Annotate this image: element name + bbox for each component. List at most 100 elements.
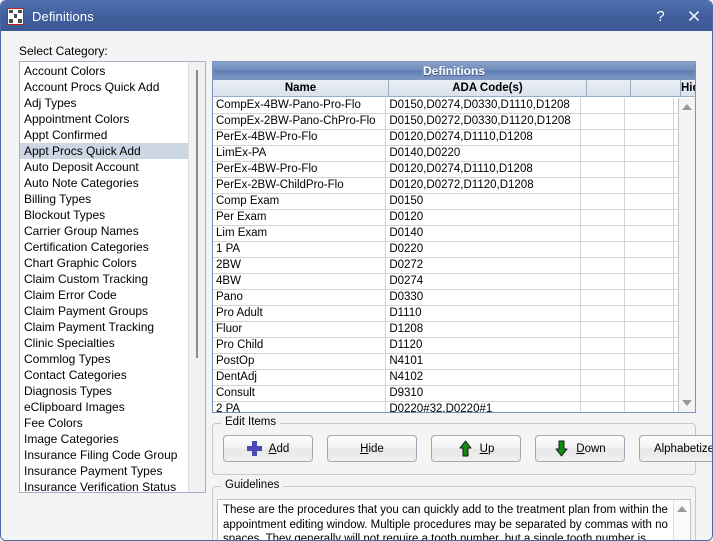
grid-cell-x1[interactable]	[581, 402, 625, 412]
grid-cell-x1[interactable]	[581, 258, 625, 273]
grid-cell-name[interactable]: Pro Adult	[213, 306, 387, 321]
grid-cell-ada[interactable]: D0120,D0272,D1120,D1208	[386, 178, 582, 193]
add-button[interactable]: Add	[223, 435, 313, 462]
grid-cell-x2[interactable]	[625, 226, 674, 241]
grid-cell-name[interactable]: Consult	[213, 386, 387, 401]
grid-cell-name[interactable]: Pano	[213, 290, 387, 305]
grid-cell-x1[interactable]	[581, 274, 625, 289]
category-list-item[interactable]: Commlog Types	[20, 351, 190, 367]
grid-cell-x1[interactable]	[581, 130, 625, 145]
table-row[interactable]: Comp Exam D0150	[213, 194, 679, 210]
category-list-item[interactable]: Clinic Specialties	[20, 335, 190, 351]
category-list-item[interactable]: Adj Types	[20, 95, 190, 111]
grid-cell-ada[interactable]: D0274	[386, 274, 582, 289]
category-listbox[interactable]: Account Colors Account Procs Quick Add Adj…	[19, 61, 206, 493]
grid-cell-ada[interactable]: N4101	[386, 354, 582, 369]
grid-cell-x2[interactable]	[625, 162, 674, 177]
grid-cell-name[interactable]: PostOp	[213, 354, 387, 369]
hide-button[interactable]: Hide	[327, 435, 417, 462]
category-list-item[interactable]: Insurance Payment Types	[20, 463, 190, 479]
category-list-item[interactable]: Fee Colors	[20, 415, 190, 431]
category-list-item[interactable]: Claim Payment Tracking	[20, 319, 190, 335]
table-row[interactable]: 1 PA D0220	[213, 242, 679, 258]
grid-cell-ada[interactable]: D0272	[386, 258, 582, 273]
grid-cell-x2[interactable]	[625, 274, 674, 289]
grid-cell-name[interactable]: Comp Exam	[213, 194, 387, 209]
grid-cell-x1[interactable]	[581, 290, 625, 305]
up-button[interactable]: Up	[431, 435, 521, 462]
grid-cell-x2[interactable]	[625, 338, 674, 353]
grid-cell-x2[interactable]	[625, 354, 674, 369]
grid-cell-ada[interactable]: D1208	[386, 322, 582, 337]
guidelines-scroll-down-arrow-icon[interactable]	[674, 536, 690, 540]
grid-cell-x1[interactable]	[581, 98, 625, 113]
category-list-item[interactable]: Carrier Group Names	[20, 223, 190, 239]
grid-cell-ada[interactable]: D0140,D0220	[386, 146, 582, 161]
table-row[interactable]: 4BW D0274	[213, 274, 679, 290]
grid-cell-x1[interactable]	[581, 370, 625, 385]
grid-column-header[interactable]: ADA Code(s)	[389, 80, 587, 96]
grid-cell-name[interactable]: 4BW	[213, 274, 387, 289]
category-list-item[interactable]: Billing Types	[20, 191, 190, 207]
grid-cell-x1[interactable]	[581, 178, 625, 193]
table-row[interactable]: Lim Exam D0140	[213, 226, 679, 242]
category-list-item[interactable]: Account Procs Quick Add	[20, 79, 190, 95]
category-list-item[interactable]: Auto Note Categories	[20, 175, 190, 191]
grid-column-header[interactable]: Hide	[681, 80, 695, 96]
grid-cell-ada[interactable]: D1110	[386, 306, 582, 321]
category-list-item[interactable]: Auto Deposit Account	[20, 159, 190, 175]
grid-cell-x2[interactable]	[625, 114, 674, 129]
grid-cell-name[interactable]: Pro Child	[213, 338, 387, 353]
grid-cell-x1[interactable]	[581, 386, 625, 401]
grid-cell-x2[interactable]	[625, 290, 674, 305]
table-row[interactable]: CompEx-4BW-Pano-Pro-Flo D0150,D0274,D0330…	[213, 98, 679, 114]
grid-cell-name[interactable]: PerEx-2BW-ChildPro-Flo	[213, 178, 387, 193]
grid-cell-x2[interactable]	[625, 194, 674, 209]
category-list-item[interactable]: Chart Graphic Colors	[20, 255, 190, 271]
category-list-item[interactable]: Diagnosis Types	[20, 383, 190, 399]
grid-cell-name[interactable]: CompEx-4BW-Pano-Pro-Flo	[213, 98, 387, 113]
category-list-item[interactable]: Claim Error Code	[20, 287, 190, 303]
grid-cell-ada[interactable]: D0220	[386, 242, 582, 257]
category-list-item[interactable]: Insurance Verification Status	[20, 479, 190, 492]
grid-cell-ada[interactable]: D0150,D0272,D0330,D1120,D1208	[386, 114, 582, 129]
grid-cell-ada[interactable]: D0330	[386, 290, 582, 305]
table-row[interactable]: PerEx-2BW-ChildPro-Flo D0120,D0272,D1120,…	[213, 178, 679, 194]
category-list-item[interactable]: Blockout Types	[20, 207, 190, 223]
table-row[interactable]: Pano D0330	[213, 290, 679, 306]
grid-cell-x2[interactable]	[625, 130, 674, 145]
table-row[interactable]: PerEx-4BW-Pro-Flo D0120,D0274,D1110,D1208	[213, 130, 679, 146]
table-row[interactable]: Fluor D1208	[213, 322, 679, 338]
table-row[interactable]: PostOp N4101	[213, 354, 679, 370]
scroll-down-arrow-icon[interactable]	[679, 396, 695, 410]
grid-cell-ada[interactable]: D0150,D0274,D0330,D1110,D1208	[386, 98, 582, 113]
category-list-item[interactable]: Appt Confirmed	[20, 127, 190, 143]
category-list-scrollbar-thumb[interactable]	[196, 70, 198, 358]
help-button[interactable]: ?	[644, 2, 677, 30]
grid-cell-x1[interactable]	[581, 114, 625, 129]
grid-cell-name[interactable]: PerEx-4BW-Pro-Flo	[213, 130, 387, 145]
grid-cell-name[interactable]: 1 PA	[213, 242, 387, 257]
grid-cell-ada[interactable]: D0120	[386, 210, 582, 225]
grid-cell-x1[interactable]	[581, 306, 625, 321]
grid-cell-ada[interactable]: D0150	[386, 194, 582, 209]
grid-cell-ada[interactable]: D0120,D0274,D1110,D1208	[386, 162, 582, 177]
grid-cell-x2[interactable]	[625, 370, 674, 385]
grid-cell-name[interactable]: PerEx-4BW-Pro-Flo	[213, 162, 387, 177]
category-list-item[interactable]: eClipboard Images	[20, 399, 190, 415]
table-row[interactable]: LimEx-PA D0140,D0220	[213, 146, 679, 162]
grid-cell-name[interactable]: Fluor	[213, 322, 387, 337]
grid-cell-x2[interactable]	[625, 178, 674, 193]
grid-cell-x1[interactable]	[581, 242, 625, 257]
guidelines-scrollbar[interactable]	[673, 500, 690, 540]
grid-cell-name[interactable]: LimEx-PA	[213, 146, 387, 161]
category-list-item[interactable]: Claim Custom Tracking	[20, 271, 190, 287]
category-list-item[interactable]: Account Colors	[20, 63, 190, 79]
grid-vertical-scrollbar[interactable]	[678, 98, 695, 412]
grid-cell-x1[interactable]	[581, 354, 625, 369]
category-list-item[interactable]: Contact Categories	[20, 367, 190, 383]
grid-cell-x2[interactable]	[625, 98, 674, 113]
table-row[interactable]: 2BW D0272	[213, 258, 679, 274]
grid-cell-x2[interactable]	[625, 146, 674, 161]
grid-cell-x1[interactable]	[581, 210, 625, 225]
